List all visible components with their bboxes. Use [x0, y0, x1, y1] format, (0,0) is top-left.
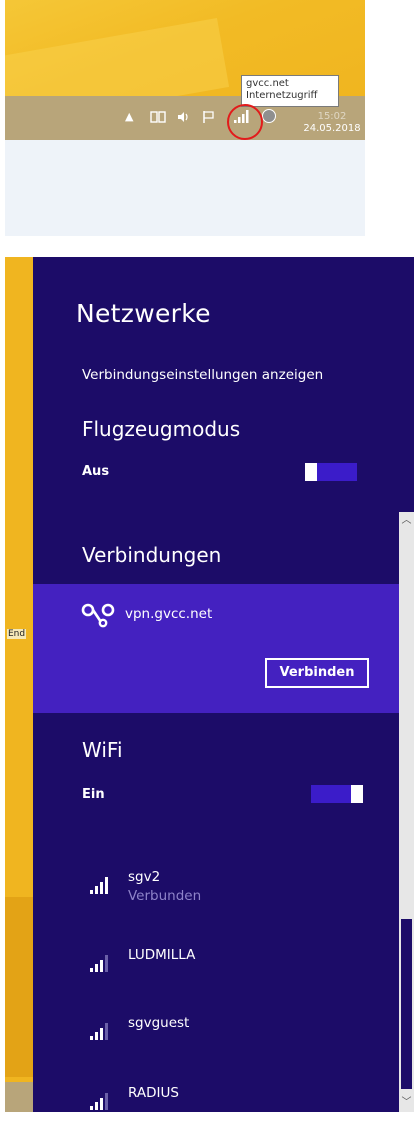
- annotation-circle: [227, 104, 263, 140]
- network-panel-screenshot: End Netzwerke Verbindungseinstellungen a…: [5, 240, 414, 1112]
- network-tooltip: gvcc.net Internetzugriff: [241, 75, 339, 107]
- vpn-connection-item[interactable]: vpn.gvcc.net Verbinden: [33, 584, 414, 713]
- networks-panel: Netzwerke Verbindungseinstellungen anzei…: [33, 257, 414, 1112]
- wifi-signal-medium-icon: [90, 1023, 108, 1040]
- scroll-up-arrow-icon[interactable]: ︿: [399, 514, 414, 528]
- wifi-network-item[interactable]: sgv2 Verbunden: [89, 869, 369, 913]
- tooltip-network-status: Internetzugriff: [246, 90, 318, 101]
- wifi-signal-medium-icon: [90, 1093, 108, 1110]
- device-icon[interactable]: [150, 110, 166, 124]
- scrollbar-thumb[interactable]: [401, 919, 412, 1089]
- taskbar-screenshot: ▲ 15:02 24.05.2018 gvcc.net Internetzugr…: [5, 0, 365, 236]
- vpn-icon: [81, 603, 115, 628]
- wifi-network-name: LUDMILLA: [128, 947, 196, 963]
- desktop-partial-label: End: [7, 629, 27, 639]
- connection-settings-link[interactable]: Verbindungseinstellungen anzeigen: [82, 367, 323, 383]
- airplane-mode-state: Aus: [82, 464, 110, 479]
- taskbar-edge: [5, 1082, 33, 1112]
- airplane-mode-toggle[interactable]: [305, 463, 357, 481]
- wifi-signal-medium-icon: [90, 955, 108, 972]
- system-clock[interactable]: 15:02 24.05.2018: [301, 111, 363, 135]
- wifi-network-name: sgv2: [128, 869, 161, 885]
- clock-time: 15:02: [317, 111, 347, 122]
- volume-icon[interactable]: [176, 110, 192, 124]
- airplane-mode-heading: Flugzeugmodus: [82, 417, 241, 441]
- wifi-network-item[interactable]: sgvguest: [89, 1015, 369, 1059]
- panel-title: Netzwerke: [76, 299, 211, 328]
- wifi-network-item[interactable]: LUDMILLA: [89, 947, 369, 991]
- wifi-network-status: Verbunden: [128, 888, 202, 904]
- connections-heading: Verbindungen: [82, 543, 222, 567]
- desktop-shade: [5, 897, 33, 1077]
- wifi-network-name: sgvguest: [128, 1015, 190, 1031]
- panel-scrollbar[interactable]: ︿ ﹀: [399, 512, 414, 1112]
- wifi-network-item[interactable]: RADIUS: [89, 1085, 369, 1112]
- input-language-icon[interactable]: [261, 108, 277, 123]
- action-center-flag-icon[interactable]: [202, 110, 216, 124]
- clock-date: 24.05.2018: [303, 123, 361, 134]
- wifi-network-name: RADIUS: [128, 1085, 179, 1101]
- wifi-signal-full-icon: [90, 877, 108, 894]
- vpn-connect-button[interactable]: Verbinden: [265, 658, 369, 688]
- vpn-name: vpn.gvcc.net: [125, 606, 213, 622]
- desktop-background-strip: End: [5, 257, 33, 1112]
- wifi-state: Ein: [82, 787, 105, 802]
- show-hidden-icons-chevron-icon[interactable]: ▲: [125, 110, 133, 124]
- tooltip-network-name: gvcc.net: [246, 78, 289, 89]
- toggle-knob: [351, 785, 363, 803]
- wifi-toggle[interactable]: [311, 785, 363, 803]
- wifi-heading: WiFi: [82, 738, 123, 762]
- toggle-knob: [305, 463, 317, 481]
- scroll-down-arrow-icon[interactable]: ﹀: [399, 1096, 414, 1110]
